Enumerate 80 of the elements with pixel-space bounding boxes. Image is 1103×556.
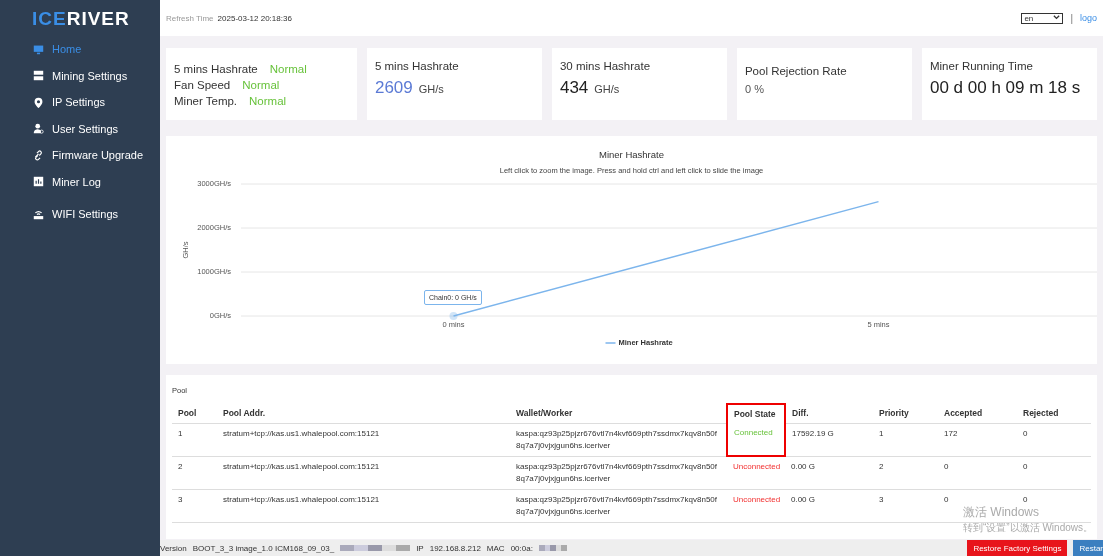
table-cell: stratum+tcp://kas.us1.whalepool.com:15121 [217,489,510,522]
card-title: 30 mins Hashrate [559,60,652,72]
table-cell: 0 [938,456,1017,489]
column-header: Wallet/Worker [510,404,727,423]
table-cell: stratum+tcp://kas.us1.whalepool.com:15121 [217,456,510,489]
sidebar-item[interactable]: IP Settings [0,89,160,116]
redacted-block [340,545,411,551]
card-value: 0 % [744,83,764,95]
table-cell: 17592.19 G [785,423,873,456]
refresh-label: Refresh Time [166,13,214,23]
chevron-icon [1053,13,1061,21]
redacted-block [538,545,567,551]
log-icon [33,176,44,188]
table-cell: 1 [873,423,938,456]
column-header: Rejected [1017,404,1091,423]
sidebar-item[interactable]: WIFI Settings [0,201,160,228]
card-value: 00 d 00 h 09 m 18 s [929,78,1081,98]
column-header: Diff. [785,404,873,423]
table-cell: kaspa:qz93p25pjzr676vtl7n4kvf669pth7ssdmx7kqv8n50f8q7a7j0vjxjgun6hs.iceriver [510,423,727,456]
point-marker [449,312,458,320]
column-header: Priority [873,404,938,423]
status-value: Normal [269,62,307,76]
table-cell: 172 [938,423,1017,456]
table-cell: 0.00 G [785,456,873,489]
monitor-icon [33,43,44,55]
table-cell: 0 [1017,456,1091,489]
table-cell: 3 [873,489,938,522]
table-cell: 3 [172,489,217,522]
table-cell: 2 [172,456,217,489]
table-cell: 0.00 G [785,489,873,522]
pin-icon [33,96,44,108]
mac-value: 00:0a: [510,543,533,553]
separator: | [1070,12,1073,24]
server-icon [33,70,44,82]
activation-title: 激活 Windows [963,504,1040,521]
logo: ICERIVER [32,8,130,30]
card-value: 2609 [374,78,413,98]
table-cell: stratum+tcp://kas.us1.whalepool.com:15121 [217,423,510,456]
card-title: Miner Running Time [929,60,1034,72]
table-cell: 1 [172,423,217,456]
footer-button[interactable]: Restore Factory Settings [967,540,1068,556]
chart-title: Miner Hashrate [599,149,664,160]
column-header: Accepted [938,404,1017,423]
column-header: Pool [172,404,217,423]
table-cell: 0 [1017,423,1091,456]
ip-value: 192.168.8.212 [429,543,481,553]
status-label: Fan Speed [174,78,231,92]
logout-link[interactable]: logo [1080,13,1097,23]
version-label: Version [160,543,187,553]
table-cell: Unconnected [727,489,785,522]
status-label: 5 mins Hashrate [174,62,258,76]
mac-label: MAC [486,543,505,553]
table-cell: kaspa:qz93p25pjzr676vtl7n4kvf669pth7ssdmx7kqv8n50f8q7a7j0vjxjgun6hs.iceriver [510,456,727,489]
activation-hint: 转到“设置”以激活 Windows。 [963,521,1093,535]
router-icon [33,208,44,220]
sidebar-item[interactable]: User Settings [0,115,160,142]
ip-label: IP [416,543,424,553]
version-value: BOOT_3_3 image_1.0 ICM168_09_03_ [192,543,335,553]
user-icon [33,123,44,135]
card-value: 434 [559,78,589,98]
sidebar-item[interactable]: Mining Settings [0,62,160,89]
card-unit: GH/s [594,83,620,95]
card-title: 5 mins Hashrate [374,60,460,72]
card-unit: GH/s [418,83,444,95]
table-cell: kaspa:qz93p25pjzr676vtl7n4kvf669pth7ssdmx7kqv8n50f8q7a7j0vjxjgun6hs.iceriver [510,489,727,522]
table-cell: Connected [727,423,785,456]
status-label: Miner Temp. [174,94,238,108]
sidebar-item[interactable]: Miner Log [0,168,160,195]
column-header: Pool State [727,404,785,423]
footer-button[interactable]: Restar [1073,540,1103,556]
column-header: Pool Addr. [217,404,510,423]
card-title: Pool Rejection Rate [744,65,848,77]
status-value: Normal [249,94,287,108]
table-cell: Unconnected [727,456,785,489]
status-value: Normal [242,78,280,92]
refresh-time: 2025-03-12 20:18:36 [217,13,292,23]
table-cell: 2 [873,456,938,489]
link-icon [33,149,44,161]
language-select[interactable]: en [1021,12,1064,24]
sidebar-item[interactable]: Firmware Upgrade [0,142,160,169]
